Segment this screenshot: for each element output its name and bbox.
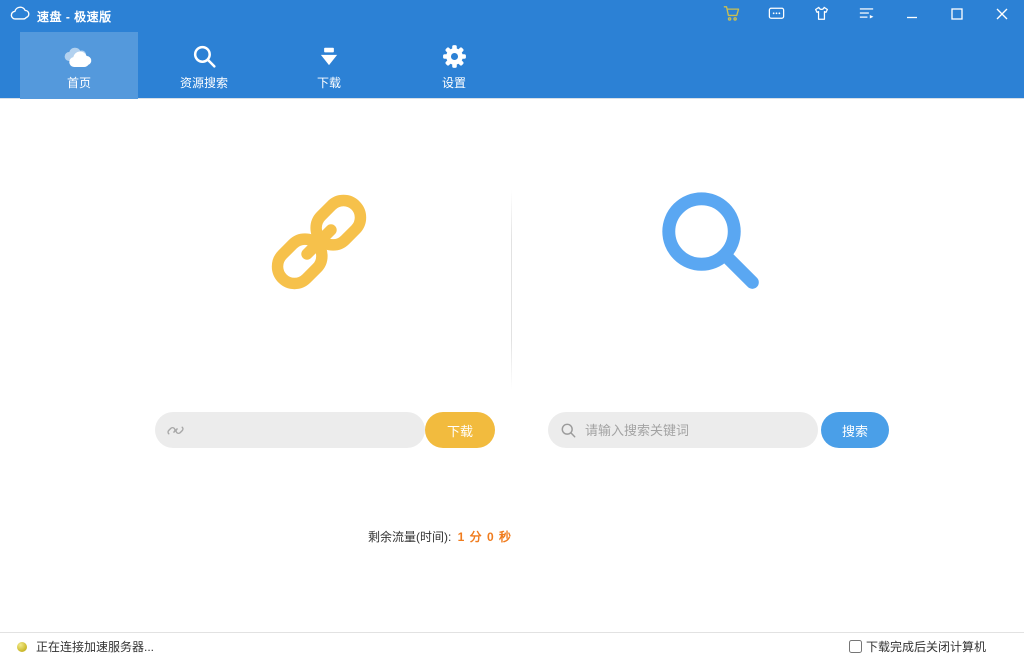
app-identity: 速盘 - 极速版 [0,6,112,26]
tab-settings[interactable]: 设置 [395,32,513,99]
statusbar: 正在连接加速服务器... 下载完成后关闭计算机 [0,632,1024,660]
tab-download[interactable]: 下载 [270,32,388,99]
titlebar-buttons [709,0,1024,32]
search-icon [560,422,577,439]
search-keyword-field [548,412,818,448]
search-keyword-input[interactable] [585,423,806,438]
shutdown-after-download-label: 下载完成后关闭计算机 [866,638,986,655]
search-icon [191,40,218,70]
maximize-icon [947,4,967,29]
remaining-traffic: 剩余流量(时间): 1 分 0 秒 [368,528,512,545]
titlebar: 速盘 - 极速版 [0,0,1024,32]
download-link-field [155,412,425,448]
minimize-icon [902,4,922,29]
main-menu-button[interactable] [844,0,889,32]
cloud-icon [62,40,96,70]
skin-button[interactable] [799,0,844,32]
status-text: 正在连接加速服务器... [36,638,154,655]
tab-download-label: 下载 [317,74,341,91]
yellow-dot-icon [17,642,27,652]
close-icon [992,4,1012,29]
tab-resource-search-label: 资源搜索 [180,74,228,91]
gear-icon [441,40,468,70]
maximize-button[interactable] [934,0,979,32]
skin-shirt-icon [812,4,831,28]
cart-button[interactable] [709,0,754,32]
shutdown-after-download-checkbox[interactable] [849,640,862,653]
menu-list-icon [857,4,876,28]
minimize-button[interactable] [889,0,934,32]
download-arrow-icon [316,40,342,70]
tab-resource-search[interactable]: 资源搜索 [145,32,263,99]
main-nav: 首页 资源搜索 下载 [0,32,1024,99]
app-window: 速盘 - 极速版 [0,0,1024,660]
tab-home-label: 首页 [67,74,91,91]
download-button[interactable]: 下载 [425,412,495,448]
tab-home[interactable]: 首页 [20,32,138,99]
download-link-input[interactable] [192,423,413,438]
connection-status: 正在连接加速服务器... [0,638,154,655]
shutdown-after-download-option[interactable]: 下载完成后关闭计算机 [849,638,986,655]
big-link-icon [260,183,378,306]
close-button[interactable] [979,0,1024,32]
remaining-traffic-value: 1 分 0 秒 [458,530,512,544]
cart-icon [722,4,741,28]
feedback-button[interactable] [754,0,799,32]
big-search-icon [655,185,767,302]
paperclip-icon [167,422,184,439]
panel-divider [511,190,512,390]
search-button[interactable]: 搜索 [821,412,889,448]
tab-settings-label: 设置 [442,74,466,91]
window-title: 速盘 - 极速版 [37,8,112,25]
main-content: 下载 搜索 剩余流量(时间): 1 分 0 秒 [0,100,1024,632]
app-logo-cloud-icon [10,6,30,26]
remaining-traffic-label: 剩余流量(时间): [368,530,451,544]
message-icon [767,4,786,28]
